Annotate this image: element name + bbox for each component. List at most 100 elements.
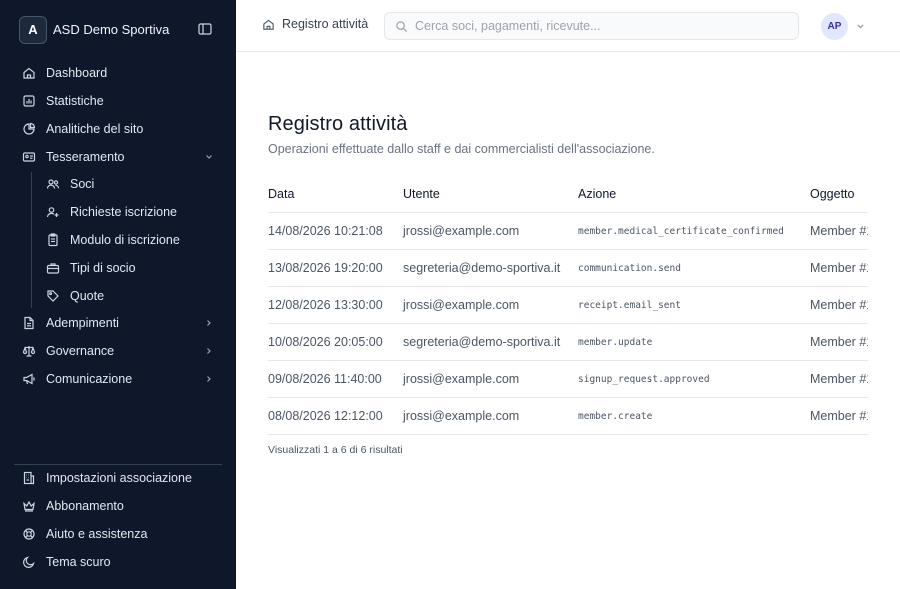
sidebar-item-aiuto[interactable]: Aiuto e assistenza [14,521,222,547]
home-icon [262,18,275,31]
cell-action: communication.send [578,263,681,274]
column-header-azione[interactable]: Azione [578,187,616,201]
tag-icon [46,289,60,303]
sidebar-item-label: Adempimenti [46,316,119,330]
cell-action: member.update [578,337,653,348]
cell-action: receipt.email_sent [578,300,681,311]
sidebar-item-dashboard[interactable]: Dashboard [14,60,222,86]
building-icon [22,471,36,485]
sidebar-item-statistiche[interactable]: Statistiche [14,88,222,114]
avatar[interactable]: AP [821,13,848,40]
cell-object: Member #1 [810,261,868,275]
sidebar-item-tema-scuro[interactable]: Tema scuro [14,549,222,575]
cell-user: jrossi@example.com [403,224,520,238]
sidebar-item-comunicazione[interactable]: Comunicazione [14,366,222,392]
sidebar-item-label: Comunicazione [46,372,133,386]
page-subtitle: Operazioni effettuate dallo staff e dai … [268,142,655,156]
breadcrumb[interactable]: Registro attività [262,17,368,31]
search-icon [395,20,408,33]
sidebar-item-modulo[interactable]: Modulo di iscrizione [37,227,222,253]
sidebar: A ASD Demo Sportiva Dashboard Statistich… [0,0,236,589]
scale-icon [22,344,36,358]
briefcase-icon [46,261,60,275]
cell-action: signup_request.approved [578,374,710,385]
cell-user: jrossi@example.com [403,409,520,423]
sidebar-item-tipi-socio[interactable]: Tipi di socio [37,255,222,281]
column-header-oggetto[interactable]: Oggetto [810,187,854,201]
sidebar-item-label: Analitiche del sito [46,122,144,136]
sidebar-item-adempimenti[interactable]: Adempimenti [14,310,222,336]
topbar: Registro attività AP [236,0,900,52]
cell-user: segreteria@demo-sportiva.it [403,261,561,275]
table-row[interactable]: 09/08/2026 11:40:00 jrossi@example.com s… [268,361,868,398]
sidebar-item-label: Statistiche [46,94,104,108]
users-icon [46,177,60,191]
activity-table: Data Utente Azione Oggetto 14/08/2026 10… [268,176,868,436]
brand[interactable]: A ASD Demo Sportiva [19,15,219,44]
table-header: Data Utente Azione Oggetto [268,176,868,213]
moon-icon [22,555,36,569]
pie-icon [22,122,36,136]
table-row[interactable]: 10/08/2026 20:05:00 segreteria@demo-spor… [268,324,868,361]
sidebar-item-label: Aiuto e assistenza [46,527,148,541]
cell-user: jrossi@example.com [403,372,520,386]
chevron-right-icon [204,346,214,356]
sidebar-item-label: Dashboard [46,66,108,80]
crown-icon [22,499,36,513]
cell-date: 10/08/2026 20:05:00 [268,335,383,349]
sidebar-item-tesseramento[interactable]: Tesseramento [14,144,222,170]
table-row[interactable]: 12/08/2026 13:30:00 jrossi@example.com r… [268,287,868,324]
sidebar-item-label: Impostazioni associazione [46,471,192,485]
cell-date: 09/08/2026 11:40:00 [268,372,382,386]
results-summary: Visualizzati 1 a 6 di 6 risultati [268,444,403,456]
sidebar-subitem-label: Richieste iscrizione [70,205,177,219]
cell-object: Member #1 [810,224,868,238]
brand-name: ASD Demo Sportiva [53,22,170,37]
cell-action: member.medical_certificate_confirmed [578,226,784,237]
user-plus-icon [46,205,60,219]
brand-logo: A [19,15,47,44]
sidebar-item-label: Governance [46,344,115,358]
lifebuoy-icon [22,527,36,541]
search-box[interactable] [384,12,799,40]
chevron-right-icon [204,374,214,384]
form-icon [46,233,60,247]
id-card-icon [22,150,36,164]
table-row[interactable]: 13/08/2026 19:20:00 segreteria@demo-spor… [268,250,868,287]
cell-date: 08/08/2026 12:12:00 [268,409,383,423]
sidebar-item-label: Abbonamento [46,499,124,513]
cell-user: jrossi@example.com [403,298,520,312]
sidebar-item-impostazioni[interactable]: Impostazioni associazione [14,465,222,491]
table-row[interactable]: 14/08/2026 10:21:08 jrossi@example.com m… [268,213,868,250]
cell-object: Member #1 [810,298,868,312]
sidebar-item-soci[interactable]: Soci [37,171,222,197]
document-icon [22,316,36,330]
sidebar-item-analitiche[interactable]: Analitiche del sito [14,116,222,142]
page-title: Registro attività [268,113,408,135]
home-icon [22,66,36,80]
sidebar-item-label: Tesseramento [46,150,125,164]
cell-user: segreteria@demo-sportiva.it [403,335,561,349]
cell-object: Member #1 [810,372,868,386]
sidebar-item-quote[interactable]: Quote [37,283,222,309]
column-header-utente[interactable]: Utente [403,187,440,201]
sidebar-item-richieste[interactable]: Richieste iscrizione [37,199,222,225]
cell-object: Member #1 [810,335,868,349]
search-input[interactable] [415,19,785,33]
sidebar-subitem-label: Tipi di socio [70,261,136,275]
column-header-data[interactable]: Data [268,187,294,201]
chevron-down-icon[interactable] [855,21,866,32]
sidebar-item-abbonamento[interactable]: Abbonamento [14,493,222,519]
sidebar-toggle-icon[interactable] [197,21,213,37]
table-row[interactable]: 08/08/2026 12:12:00 jrossi@example.com m… [268,398,868,435]
chevron-down-icon [204,152,214,162]
chart-icon [22,94,36,108]
sidebar-item-label: Tema scuro [46,555,111,569]
cell-object: Member #1 [810,409,868,423]
cell-date: 12/08/2026 13:30:00 [268,298,383,312]
sidebar-subitem-label: Soci [70,177,95,191]
megaphone-icon [22,372,36,386]
chevron-right-icon [204,318,214,328]
sidebar-item-governance[interactable]: Governance [14,338,222,364]
cell-action: member.create [578,411,653,422]
